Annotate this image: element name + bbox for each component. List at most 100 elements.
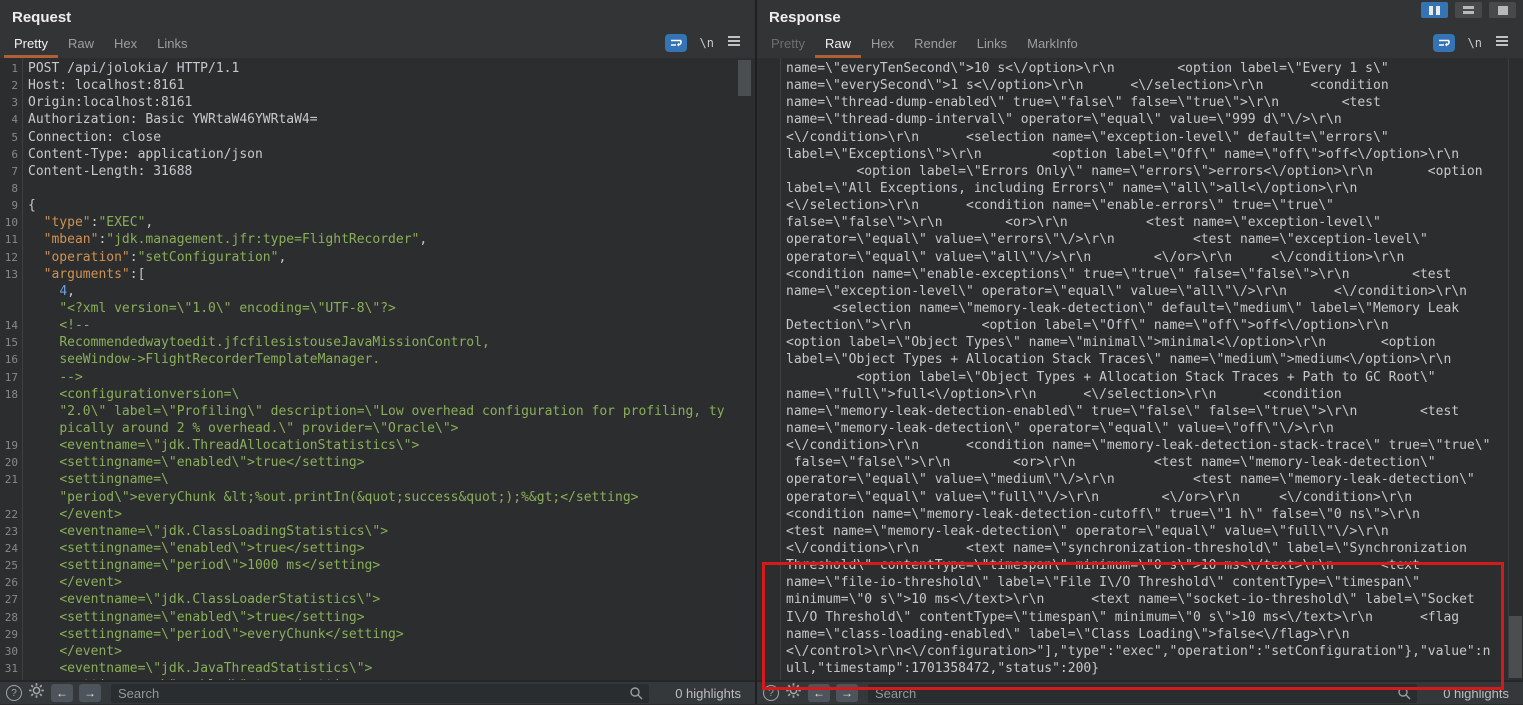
code-line: 19 <eventname=\"jdk.ThreadAllocationStat…	[0, 437, 739, 454]
tab-hex[interactable]: Hex	[861, 30, 904, 58]
line-number	[757, 197, 780, 214]
response-view-icons: \n	[1433, 34, 1509, 52]
code-line: "period\">everyChunk &lt;%out.printIn(&q…	[0, 489, 739, 506]
tab-pretty[interactable]: Pretty	[761, 30, 815, 58]
newline-toggle[interactable]: \n	[1468, 36, 1482, 50]
request-code: 1POST /api/jolokia/ HTTP/1.12Host: local…	[0, 60, 739, 680]
line-number: 10	[0, 214, 22, 231]
code-line: <\/condition>\r\n <condition name=\"memo…	[757, 437, 1507, 454]
code-line: 13 "arguments":[	[0, 266, 739, 283]
code-line: 5Connection: close	[0, 129, 739, 146]
code-line: operator=\"equal\" value=\"all\"\/>\r\n …	[757, 249, 1507, 266]
line-number: 31	[0, 660, 22, 677]
code-line: "2.0\" label=\"Profiling\" description=\…	[0, 403, 739, 420]
code-line: 4Authorization: Basic YWRtaW46YWRtaW4=	[0, 111, 739, 128]
search-icon[interactable]	[629, 686, 643, 705]
menu-icon[interactable]	[727, 34, 741, 52]
code-line: label=\"All Exceptions, including Errors…	[757, 180, 1507, 197]
line-number	[757, 77, 780, 94]
search-input[interactable]	[868, 684, 1417, 703]
help-icon[interactable]: ?	[763, 685, 779, 701]
request-scrollbar-thumb[interactable]	[738, 60, 751, 96]
code-line: Threshold\" contentType=\"timespan\" min…	[757, 557, 1507, 574]
line-number	[757, 643, 780, 660]
code-line: 17 -->	[0, 369, 739, 386]
code-line: <selection name=\"memory-leak-detection\…	[757, 300, 1507, 317]
line-number	[757, 506, 780, 523]
line-number: 5	[0, 129, 22, 146]
line-number	[757, 283, 780, 300]
code-line: 14 <!--	[0, 317, 739, 334]
tab-raw[interactable]: Raw	[58, 30, 104, 58]
code-line: 2Host: localhost:8161	[0, 77, 739, 94]
menu-icon[interactable]	[1495, 34, 1509, 52]
search-settings-gear-icon[interactable]	[28, 682, 45, 704]
single-layout-icon[interactable]	[1489, 2, 1516, 18]
line-number: 12	[0, 249, 22, 266]
line-number: 8	[0, 180, 22, 197]
code-line: <condition name=\"enable-exceptions\" tr…	[757, 266, 1507, 283]
line-number: 3	[0, 94, 22, 111]
rows-layout-icon[interactable]	[1455, 2, 1482, 18]
code-line: 3Origin:localhost:8161	[0, 94, 739, 111]
tab-hex[interactable]: Hex	[104, 30, 147, 58]
columns-layout-icon[interactable]	[1421, 2, 1448, 18]
tab-pretty[interactable]: Pretty	[4, 30, 58, 58]
tab-raw[interactable]: Raw	[815, 30, 861, 58]
response-scrollbar-thumb[interactable]	[1509, 616, 1522, 678]
code-line: 6Content-Type: application/json	[0, 146, 739, 163]
code-line: ull,"timestamp":1701358472,"status":200}	[757, 660, 1507, 677]
line-number	[0, 403, 22, 420]
line-number: 9	[0, 197, 22, 214]
line-number	[0, 300, 22, 317]
line-number: 29	[0, 626, 22, 643]
tab-links[interactable]: Links	[967, 30, 1017, 58]
line-number	[0, 420, 22, 437]
code-line: 25 <settingname=\"period\">1000 ms</sett…	[0, 557, 739, 574]
line-number	[757, 231, 780, 248]
word-wrap-icon[interactable]	[665, 34, 687, 52]
search-next-button[interactable]: →	[836, 684, 858, 702]
word-wrap-icon[interactable]	[1433, 34, 1455, 52]
code-line: "<?xml version=\"1.0\" encoding=\"UTF-8\…	[0, 300, 739, 317]
tab-render[interactable]: Render	[904, 30, 967, 58]
code-line: 4,	[0, 283, 739, 300]
code-line: 21 <settingname=\	[0, 471, 739, 488]
line-number	[757, 609, 780, 626]
code-line: name=\"everyTenSecond\">10 s<\/option>\r…	[757, 60, 1507, 77]
code-line: 1POST /api/jolokia/ HTTP/1.1	[0, 60, 739, 77]
line-number: 11	[0, 231, 22, 248]
line-number	[757, 249, 780, 266]
code-line: 12 "operation":"setConfiguration",	[0, 249, 739, 266]
code-line: minimum=\"0 s\">10 ms<\/text>\r\n <text …	[757, 591, 1507, 608]
highlights-count: 0 highlights	[1443, 686, 1509, 701]
line-number	[757, 437, 780, 454]
line-number: 18	[0, 386, 22, 403]
search-settings-gear-icon[interactable]	[785, 682, 802, 704]
line-number	[757, 129, 780, 146]
tab-markinfo[interactable]: MarkInfo	[1017, 30, 1088, 58]
code-line: 24 <settingname=\"enabled\">true</settin…	[0, 540, 739, 557]
search-icon[interactable]	[1397, 686, 1411, 705]
newline-toggle[interactable]: \n	[700, 36, 714, 50]
search-next-button[interactable]: →	[79, 684, 101, 702]
highlights-count: 0 highlights	[675, 686, 741, 701]
response-tabbar: PrettyRawHexRenderLinksMarkInfo	[761, 30, 1433, 58]
line-number: 7	[0, 163, 22, 180]
help-icon[interactable]: ?	[6, 685, 22, 701]
search-prev-button[interactable]: ←	[51, 684, 73, 702]
line-number	[0, 489, 22, 506]
response-search-bar: ? ← → 0 highlights	[757, 680, 1523, 704]
request-editor[interactable]: 1POST /api/jolokia/ HTTP/1.12Host: local…	[0, 58, 755, 680]
line-number	[757, 334, 780, 351]
line-number: 30	[0, 643, 22, 660]
line-number: 19	[0, 437, 22, 454]
response-code: name=\"everyTenSecond\">10 s<\/option>\r…	[757, 60, 1507, 677]
response-editor[interactable]: name=\"everyTenSecond\">10 s<\/option>\r…	[757, 58, 1523, 680]
tab-links[interactable]: Links	[147, 30, 197, 58]
panel-divider[interactable]	[755, 0, 757, 704]
search-prev-button[interactable]: ←	[808, 684, 830, 702]
line-number	[757, 146, 780, 163]
search-input[interactable]	[111, 684, 649, 703]
line-number: 13	[0, 266, 22, 283]
